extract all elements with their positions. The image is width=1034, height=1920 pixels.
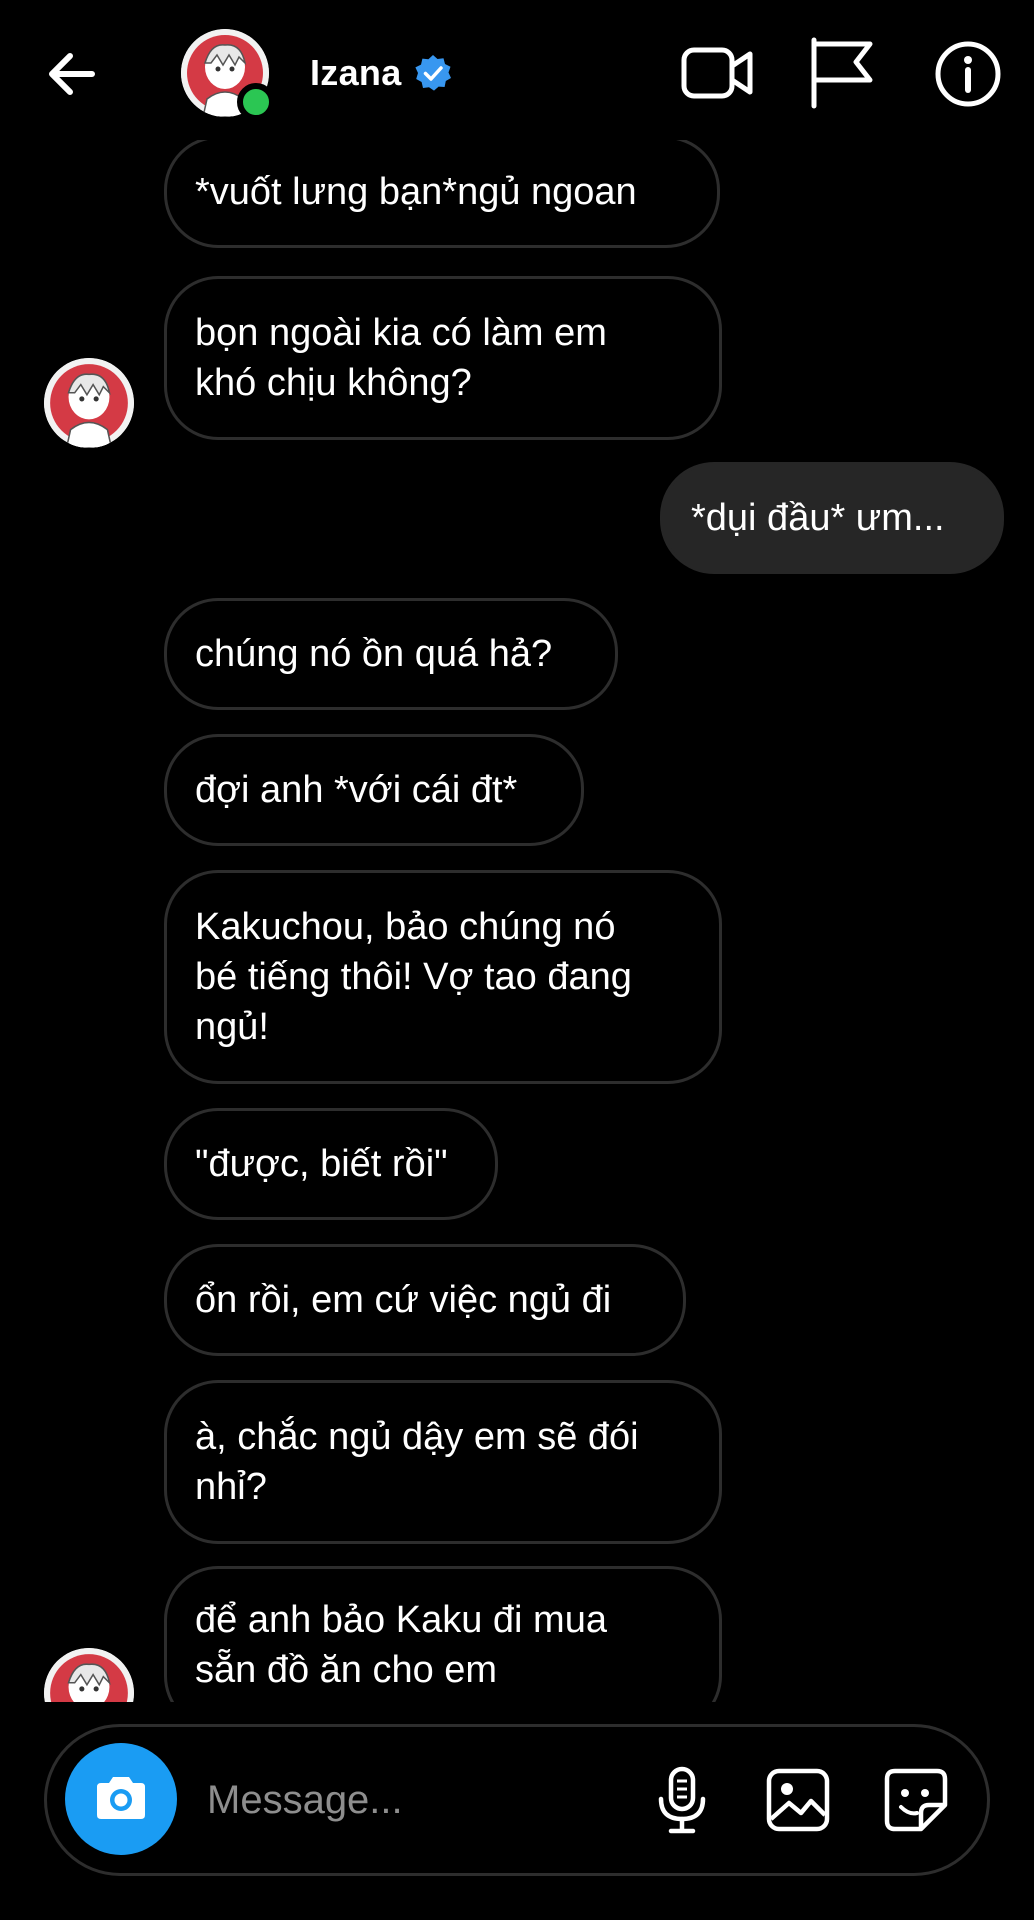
message-bubble-received[interactable]: à, chắc ngủ dậy em sẽ đói nhỉ? — [164, 1380, 722, 1544]
message-text-line: khó chịu không? — [195, 362, 472, 404]
gallery-button[interactable] — [763, 1765, 833, 1835]
message-bubble-received[interactable]: "được, biết rồi" — [164, 1108, 498, 1220]
info-icon — [935, 41, 1001, 107]
message-bubble-received[interactable]: Kakuchou, bảo chúng nó bé tiếng thôi! Vợ… — [164, 870, 722, 1084]
info-button[interactable] — [930, 36, 1006, 112]
back-button[interactable] — [42, 44, 102, 104]
camera-button[interactable] — [65, 1743, 177, 1855]
message-bubble-received[interactable]: để anh bảo Kaku đi mua sẵn đồ ăn cho em — [164, 1566, 722, 1702]
message-text-line: để anh bảo Kaku đi mua — [195, 1599, 607, 1641]
verified-badge-icon — [415, 55, 451, 91]
message-text-line: bọn ngoài kia có làm em — [195, 312, 607, 354]
message-text: *dụi đầu* ưm... — [691, 497, 945, 539]
sticker-icon — [884, 1768, 948, 1832]
sender-avatar[interactable] — [44, 1648, 134, 1702]
message-text-line: ngủ! — [195, 1006, 269, 1048]
gallery-icon — [766, 1768, 830, 1832]
message-text-line: bé tiếng thôi! Vợ tao đang — [195, 956, 632, 998]
message-text-line: sẵn đồ ăn cho em — [195, 1649, 498, 1691]
video-call-button[interactable] — [680, 36, 756, 112]
message-composer — [44, 1724, 990, 1876]
arrow-left-icon — [49, 53, 95, 95]
video-camera-icon — [681, 47, 753, 99]
message-bubble-received[interactable]: đợi anh *với cái đt* — [164, 734, 584, 846]
message-bubble-sent[interactable]: *dụi đầu* ưm... — [660, 462, 1004, 574]
message-text: chúng nó ồn quá hả? — [195, 633, 553, 675]
message-text-line: Kakuchou, bảo chúng nó — [195, 906, 616, 948]
message-bubble-received[interactable]: bọn ngoài kia có làm em khó chịu không? — [164, 276, 722, 440]
message-text: "được, biết rồi" — [195, 1143, 448, 1185]
microphone-icon — [658, 1766, 706, 1834]
chat-header: Izana — [0, 0, 1034, 140]
message-text: ổn rồi, em cứ việc ngủ đi — [195, 1279, 612, 1321]
contact-name[interactable]: Izana — [310, 52, 402, 94]
report-button[interactable] — [804, 36, 880, 112]
voice-message-button[interactable] — [647, 1765, 717, 1835]
message-bubble-received[interactable]: *vuốt lưng bạn*ngủ ngoan — [164, 140, 720, 248]
message-thread[interactable]: *vuốt lưng bạn*ngủ ngoan bọn ngoài kia c… — [0, 140, 1034, 1702]
message-bubble-received[interactable]: chúng nó ồn quá hả? — [164, 598, 618, 710]
flag-icon — [811, 37, 873, 109]
message-text: *vuốt lưng bạn*ngủ ngoan — [195, 171, 637, 213]
message-bubble-received[interactable]: ổn rồi, em cứ việc ngủ đi — [164, 1244, 686, 1356]
sender-avatar[interactable] — [44, 358, 134, 448]
message-text-line: nhỉ? — [195, 1466, 267, 1508]
profile-avatar-button[interactable] — [181, 29, 275, 121]
sticker-button[interactable] — [881, 1765, 951, 1835]
camera-icon — [97, 1777, 145, 1819]
message-input[interactable] — [207, 1767, 627, 1833]
message-text-line: à, chắc ngủ dậy em sẽ đói — [195, 1416, 639, 1458]
online-status-dot — [237, 83, 275, 121]
message-text: đợi anh *với cái đt* — [195, 769, 518, 811]
